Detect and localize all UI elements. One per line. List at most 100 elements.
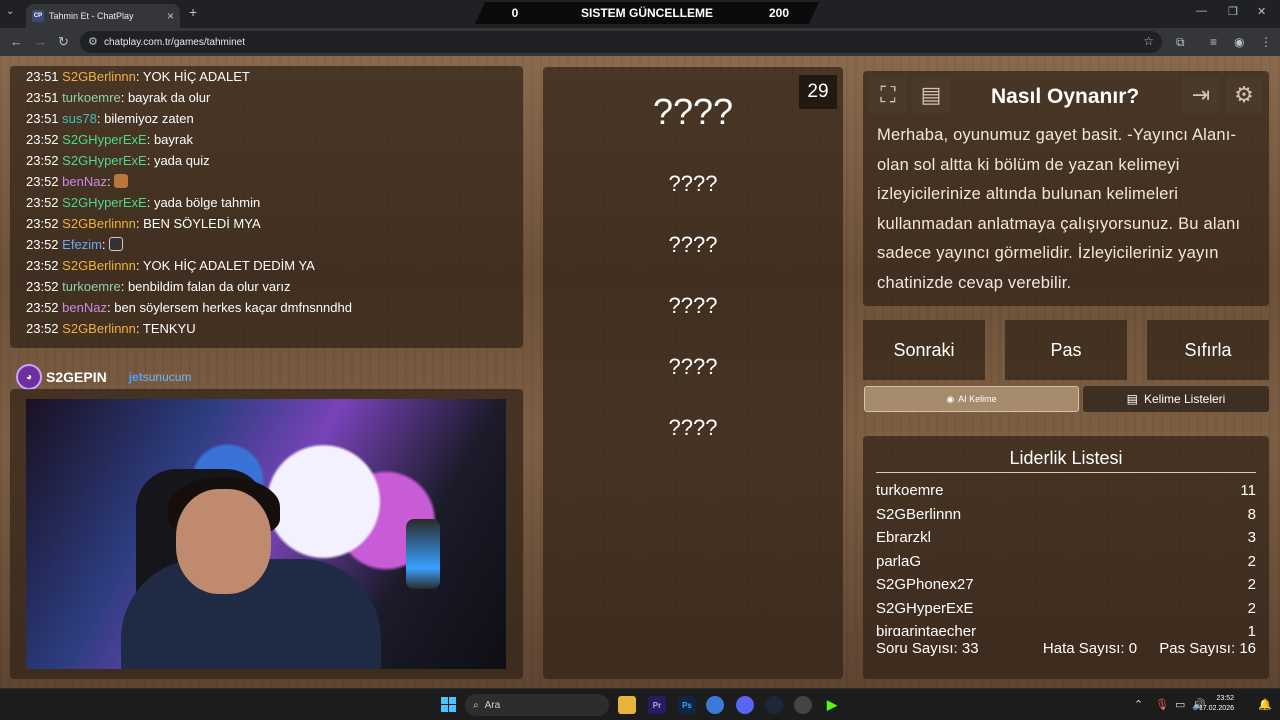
chat-nick[interactable]: S2GHyperExE xyxy=(62,132,147,147)
tray-chevron-icon[interactable]: ⌃ xyxy=(1134,698,1143,711)
clock[interactable]: 23:52 17.02.2026 xyxy=(1199,694,1234,714)
minimize-icon[interactable]: — xyxy=(1196,5,1207,17)
pass-count: Pas Sayısı: 16 xyxy=(1159,640,1256,657)
steam-icon[interactable] xyxy=(765,696,783,714)
chat-message: 23:52 S2GHyperExE: bayrak xyxy=(26,132,193,147)
chat-nick[interactable]: S2GHyperExE xyxy=(62,195,147,210)
chat-text: bayrak da olur xyxy=(127,90,211,105)
chat-nick[interactable]: Efezim xyxy=(62,237,102,252)
player-score: 11 xyxy=(1240,482,1256,499)
chat-nick[interactable]: S2GBerlinnn xyxy=(62,216,136,231)
file-explorer-icon[interactable] xyxy=(618,696,636,714)
chat-nick[interactable]: turkoemre xyxy=(62,90,121,105)
leaderboard-list[interactable]: turkoemre 11 S2GBerlinnn 8 Ebrarzkl 3 parlaG 2 S… xyxy=(876,473,1256,636)
kick-icon[interactable]: ▶ xyxy=(823,696,841,714)
forbidden-word-3: ???? xyxy=(668,293,718,318)
url-field[interactable]: ⚙ chatplay.com.tr/games/tahminet ☆ xyxy=(80,31,1162,53)
network-icon[interactable]: ▭ xyxy=(1175,698,1185,711)
chat-message: 23:51 S2GBerlinnn: YOK HİÇ ADALET xyxy=(26,69,250,84)
leaderboard-stats: Soru Sayısı: 33 Hata Sayısı: 0 Pas Sayıs… xyxy=(876,640,1256,657)
microphone-icon[interactable]: 🎙 xyxy=(1155,698,1169,711)
player-name: S2GHyperExE xyxy=(876,599,974,617)
chat-nick[interactable]: sus78 xyxy=(62,111,97,126)
site-info-icon[interactable]: ⚙ xyxy=(88,35,98,48)
chat-nick[interactable]: S2GHyperExE xyxy=(62,153,147,168)
forward-icon[interactable]: → xyxy=(34,34,47,49)
notes-icon[interactable]: ▤ xyxy=(912,77,950,113)
start-icon[interactable] xyxy=(441,697,456,712)
app-icon[interactable] xyxy=(794,696,812,714)
banner-left-value: 0 xyxy=(511,6,519,20)
player-score: 2 xyxy=(1247,576,1256,593)
close-tab-icon[interactable]: × xyxy=(167,9,174,23)
howto-title: Nasıl Oynanır? xyxy=(991,85,1140,108)
chat-text: BEN SÖYLEDİ MYA xyxy=(143,216,261,231)
favicon: CP xyxy=(32,10,44,22)
notification-icon[interactable]: 🔔 xyxy=(1258,698,1272,711)
taskbar-search[interactable]: ⌕ Ara xyxy=(465,694,609,716)
forbidden-word-4: ???? xyxy=(668,354,718,379)
leaderboard-row: parlaG 2 xyxy=(876,550,1256,574)
premiere-icon[interactable]: Pr xyxy=(648,696,666,714)
bookmark-star-icon[interactable]: ☆ xyxy=(1143,34,1154,48)
chat-nick[interactable]: benNaz xyxy=(62,174,107,189)
fullscreen-icon[interactable]: ⛶ xyxy=(869,77,907,113)
browser-tab[interactable]: CP Tahmin Et - ChatPlay × xyxy=(26,4,180,28)
photoshop-icon[interactable]: Ps xyxy=(678,696,696,714)
chat-nick[interactable]: S2GBerlinnn xyxy=(62,69,136,84)
leaderboard-row: birgarintaecher 1 xyxy=(876,620,1256,636)
ai-icon: ◉ xyxy=(946,393,955,404)
chat-time: 23:52 xyxy=(26,174,59,189)
next-button[interactable]: Sonraki xyxy=(863,320,985,380)
close-window-icon[interactable]: ✕ xyxy=(1257,5,1266,18)
player-score: 8 xyxy=(1247,505,1256,523)
menu-icon[interactable]: ⋮ xyxy=(1260,35,1272,49)
pass-button[interactable]: Pas xyxy=(1005,320,1127,380)
media-icon[interactable]: ≡ xyxy=(1210,35,1217,49)
reload-icon[interactable]: ↻ xyxy=(58,34,69,50)
chat-message: 23:52 S2GHyperExE: yada bölge tahmin xyxy=(26,195,261,210)
tab-search-icon[interactable]: ⌄ xyxy=(6,6,14,17)
chat-text: benbildim falan da olur varız xyxy=(127,279,291,294)
ai-word-button[interactable]: ◉ AI Kelime xyxy=(864,386,1079,412)
chat-message: 23:52 benNaz: ben söylersem herkes kaçar… xyxy=(26,300,352,315)
chat-time: 23:52 xyxy=(26,258,59,273)
exit-icon[interactable]: ⇥ xyxy=(1182,77,1220,113)
chat-time: 23:52 xyxy=(26,153,59,168)
chat-message: 23:52 S2GBerlinnn: TENKYU xyxy=(26,321,196,336)
main-word: ???? xyxy=(652,91,734,132)
chrome-icon[interactable] xyxy=(706,696,724,714)
list-icon: ▤ xyxy=(1126,392,1138,406)
error-count: Hata Sayısı: 0 xyxy=(1042,640,1138,657)
leaderboard-row: S2GHyperExE 2 xyxy=(876,597,1256,621)
webcam-image xyxy=(26,399,506,669)
chat-nick[interactable]: S2GBerlinnn xyxy=(62,321,136,336)
extensions-icon[interactable]: ⧉ xyxy=(1176,35,1185,50)
word-lists-button[interactable]: ▤ Kelime Listeleri xyxy=(1083,386,1269,412)
chat-time: 23:51 xyxy=(26,69,59,84)
new-tab-icon[interactable]: + xyxy=(189,4,197,20)
chat-message: 23:52 S2GBerlinnn: BEN SÖYLEDİ MYA xyxy=(26,216,261,231)
settings-gear-icon[interactable]: ⚙ xyxy=(1225,77,1263,113)
chat-nick[interactable]: S2GBerlinnn xyxy=(62,258,136,273)
chat-message: 23:52 turkoemre: benbildim falan da olur… xyxy=(26,279,291,294)
profile-icon[interactable]: ◉ xyxy=(1234,35,1244,49)
webcam-panel xyxy=(10,389,523,679)
maximize-icon[interactable]: ❐ xyxy=(1228,5,1238,18)
player-score: 3 xyxy=(1247,529,1256,546)
taskbar: ⌕ Ara Pr Ps ▶ ⌃ 🎙 ▭ 🔊 23:52 17.02.2026 🔔 xyxy=(0,688,1280,720)
tab-title: Tahmin Et - ChatPlay xyxy=(49,11,134,21)
reset-button[interactable]: Sıfırla xyxy=(1147,320,1269,380)
leaderboard-panel: Liderlik Listesi turkoemre 11 S2GBerlinnn 8… xyxy=(863,436,1269,679)
system-banner: 0 SISTEM GÜNCELLEME 200 xyxy=(480,2,814,24)
chat-time: 23:52 xyxy=(26,300,59,315)
back-icon[interactable]: ← xyxy=(10,34,23,49)
chat-nick[interactable]: turkoemre xyxy=(62,279,121,294)
sponsor-logos: ◕ S2GEPIN jetsunucum xyxy=(16,362,191,392)
chat-text: bilemiyoz zaten xyxy=(104,111,194,126)
chat-nick[interactable]: benNaz xyxy=(62,300,107,315)
s2-badge-icon: ◕ xyxy=(16,364,42,390)
forbidden-word-5: ???? xyxy=(668,415,718,440)
player-score: 2 xyxy=(1247,552,1256,570)
discord-icon[interactable] xyxy=(736,696,754,714)
